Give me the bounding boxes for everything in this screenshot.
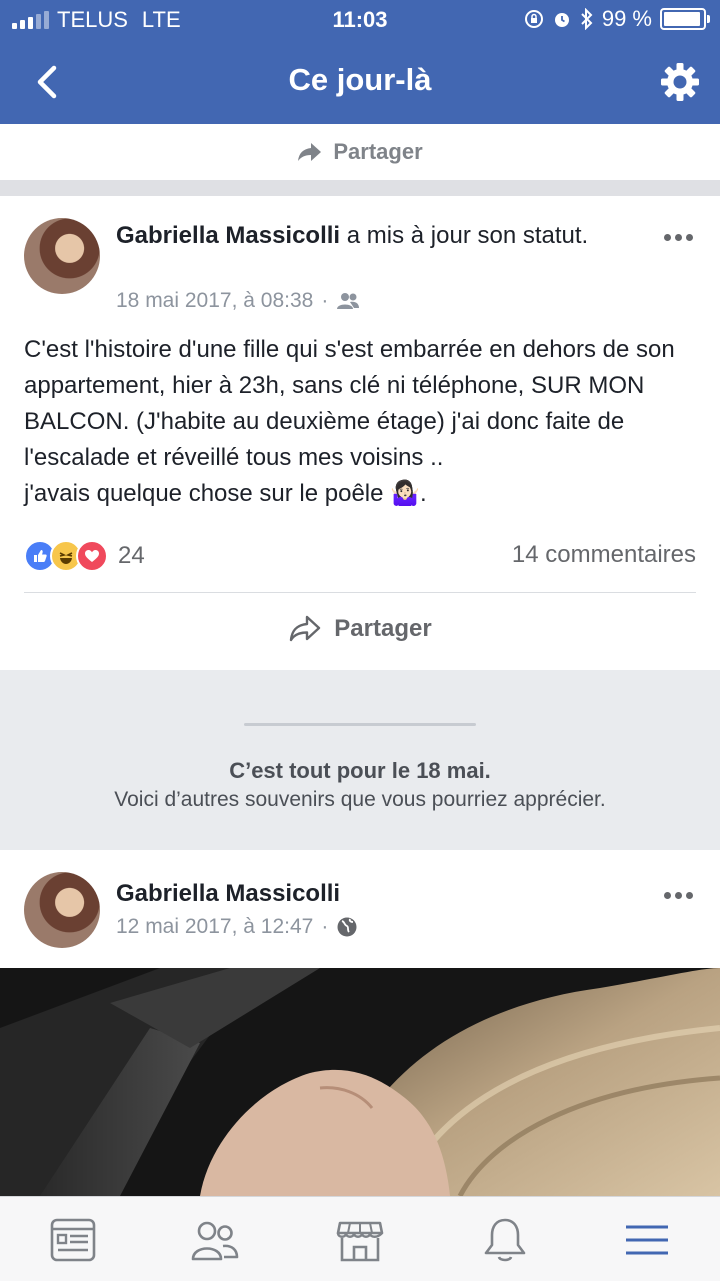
end-of-memories-banner: C’est tout pour le 18 mai. Voici d’autre… [0, 670, 720, 850]
meta-dot: · [321, 915, 329, 938]
page-title: Ce jour-là [288, 62, 432, 97]
love-reaction-icon [76, 540, 108, 572]
more-options-icon[interactable] [664, 234, 696, 244]
gear-icon[interactable] [658, 60, 702, 104]
banner-title: C’est tout pour le 18 mai. [229, 758, 491, 783]
author-name[interactable]: Gabriella Massicolli [116, 222, 340, 249]
battery-level [664, 12, 700, 26]
status-right: 99 % [524, 6, 710, 32]
post-text-end: . [420, 480, 427, 507]
status-bar: TELUS LTE 11:03 99 % [0, 0, 720, 40]
post-card: Gabriella Massicolli 12 mai 2017, à 12:4… [0, 850, 720, 968]
top-header: TELUS LTE 11:03 99 % Ce jour-là [0, 0, 720, 124]
bottom-tab-bar [0, 1196, 720, 1281]
nav-bar: Ce jour-là [0, 40, 720, 124]
marketplace-icon[interactable] [335, 1215, 385, 1265]
post-date[interactable]: 12 mai 2017, à 12:47 [116, 915, 313, 939]
share-button[interactable]: Partager [0, 614, 720, 644]
notifications-bell-icon[interactable] [480, 1215, 530, 1265]
avatar[interactable] [24, 872, 100, 948]
post-header-text: Gabriella Massicolli [116, 878, 636, 909]
post-photo[interactable] [0, 968, 720, 1196]
news-feed-icon[interactable] [48, 1215, 98, 1265]
friends-icon[interactable] [190, 1215, 240, 1265]
post-divider [24, 592, 696, 593]
avatar[interactable] [24, 218, 100, 294]
banner-subtitle: Voici d’autres souvenirs que vous pourri… [114, 788, 606, 811]
menu-icon[interactable] [622, 1215, 672, 1265]
shrug-emoji: 🤷🏻‍♀️ [390, 480, 421, 507]
banner-divider-line [244, 723, 476, 726]
post-header-text: Gabriella Massicolli a mis à jour son st… [116, 220, 636, 251]
post-card: Gabriella Massicolli a mis à jour son st… [0, 196, 720, 670]
top-share-button[interactable]: Partager [0, 124, 720, 180]
post-text-main: C'est l'histoire d'une fille qui s'est e… [24, 336, 675, 471]
more-options-icon[interactable] [664, 892, 696, 902]
friends-icon [337, 293, 360, 309]
comments-count[interactable]: 14 commentaires [512, 541, 696, 569]
battery-percent: 99 % [601, 6, 652, 31]
globe-icon [337, 917, 357, 937]
post-action: a mis à jour son statut. [346, 222, 589, 249]
top-share-label: Partager [333, 139, 423, 164]
bluetooth-icon [581, 8, 593, 30]
share-label: Partager [334, 615, 432, 642]
post-text: C'est l'histoire d'une fille qui s'est e… [24, 332, 704, 512]
battery-icon [660, 8, 710, 30]
meta-dot: · [321, 289, 329, 312]
section-separator [0, 180, 720, 196]
post-date[interactable]: 18 mai 2017, à 08:38 [116, 289, 313, 313]
share-arrow-icon [298, 143, 322, 161]
photo-image [0, 968, 720, 1196]
post-meta: 12 mai 2017, à 12:47 · [116, 915, 358, 939]
page: TELUS LTE 11:03 99 % Ce jour-là Partager… [0, 0, 720, 1281]
post-meta: 18 mai 2017, à 08:38 · [116, 289, 360, 313]
reaction-count: 24 [118, 542, 145, 569]
rotation-lock-icon [524, 10, 543, 28]
share-arrow-icon [290, 615, 321, 642]
author-name[interactable]: Gabriella Massicolli [116, 880, 340, 907]
post-text-second: j'avais quelque chose sur le poêle [24, 480, 384, 507]
reactions-summary[interactable]: 24 [24, 540, 145, 572]
alarm-icon [554, 13, 569, 27]
